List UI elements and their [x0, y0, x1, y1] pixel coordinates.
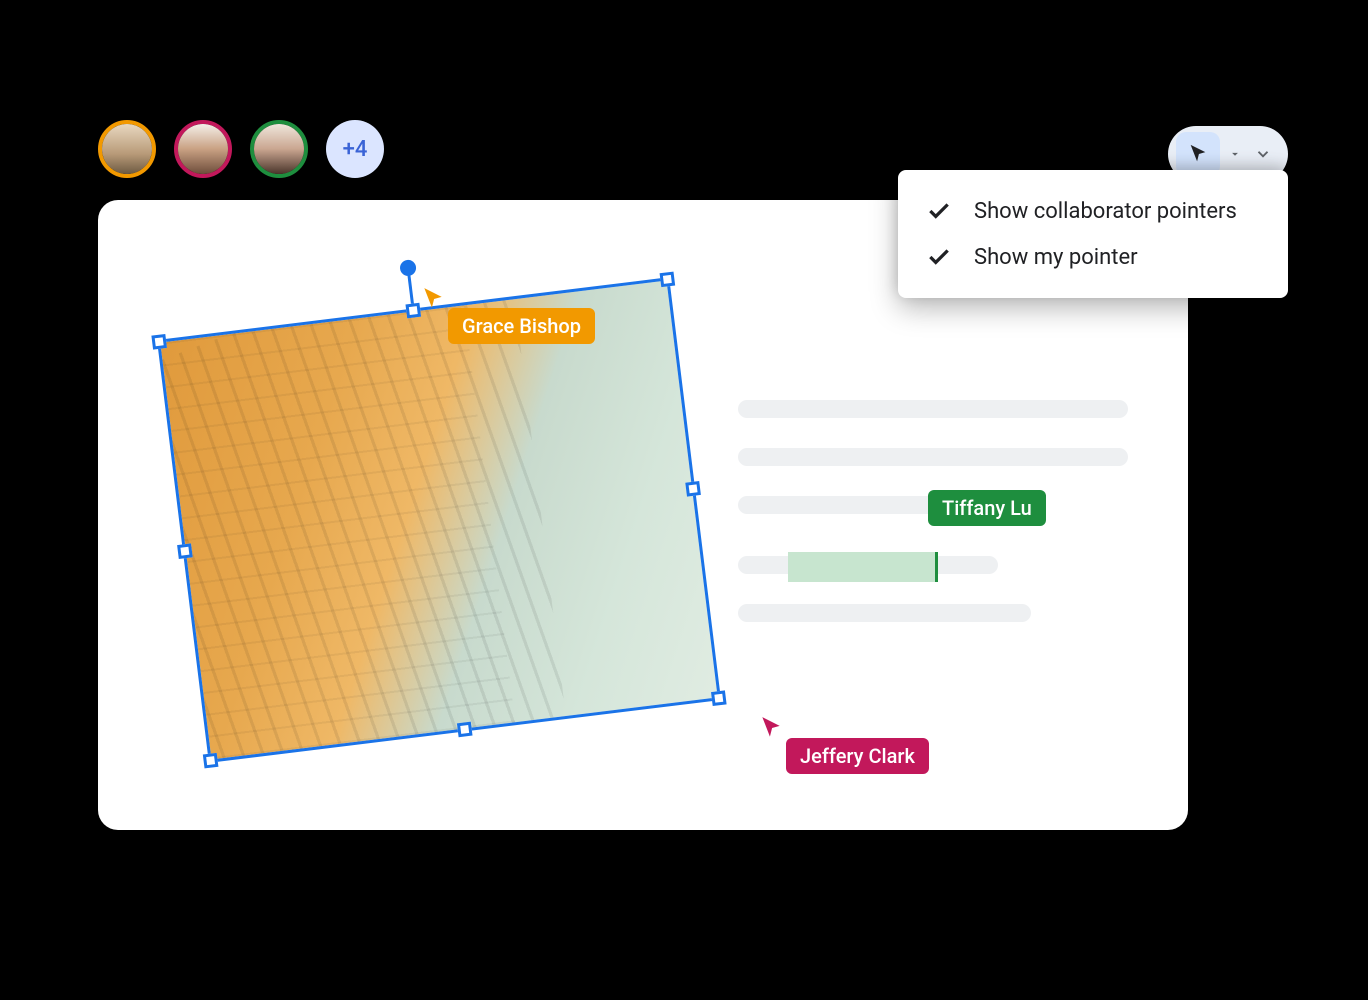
text-line [738, 496, 941, 514]
dropdown-item-show-my-pointer[interactable]: Show my pointer [898, 234, 1288, 280]
resize-handle-bl[interactable] [203, 753, 219, 769]
pointer-icon [1187, 143, 1209, 165]
cursor-icon [420, 286, 446, 312]
resize-handle-mr[interactable] [685, 481, 701, 497]
pointer-dropdown-menu: Show collaborator pointers Show my point… [898, 170, 1288, 298]
text-line-selected [738, 556, 998, 574]
collaborator-label-grace: Grace Bishop [448, 308, 595, 344]
avatar-1[interactable] [98, 120, 156, 178]
caret-down-icon [1228, 147, 1242, 161]
text-block [738, 400, 1128, 652]
chevron-down-icon [1254, 145, 1272, 163]
avatar-overflow-count[interactable]: +4 [326, 120, 384, 178]
dropdown-item-label: Show my pointer [974, 245, 1138, 270]
selected-image[interactable] [160, 280, 717, 759]
text-line [738, 604, 1031, 622]
check-icon [926, 198, 952, 224]
dropdown-item-show-collab-pointers[interactable]: Show collaborator pointers [898, 188, 1288, 234]
dropdown-item-label: Show collaborator pointers [974, 199, 1237, 224]
avatar-2[interactable] [174, 120, 232, 178]
resize-handle-tl[interactable] [151, 334, 167, 350]
collaborator-avatars: +4 [98, 120, 384, 178]
text-line [738, 448, 1128, 466]
collaborator-label-tiffany: Tiffany Lu [928, 490, 1046, 526]
resize-handle-tr[interactable] [660, 272, 676, 288]
cursor-icon [758, 715, 784, 741]
resize-handle-tm[interactable] [405, 303, 421, 319]
resize-handle-bm[interactable] [457, 722, 473, 738]
check-icon [926, 244, 952, 270]
collaborator-label-jeffery: Jeffery Clark [786, 738, 929, 774]
text-selection [788, 552, 938, 582]
resize-handle-ml[interactable] [177, 543, 193, 559]
photo-content [160, 280, 717, 759]
avatar-3[interactable] [250, 120, 308, 178]
text-line [738, 400, 1128, 418]
rotation-handle[interactable] [399, 259, 417, 277]
resize-handle-br[interactable] [711, 690, 727, 706]
